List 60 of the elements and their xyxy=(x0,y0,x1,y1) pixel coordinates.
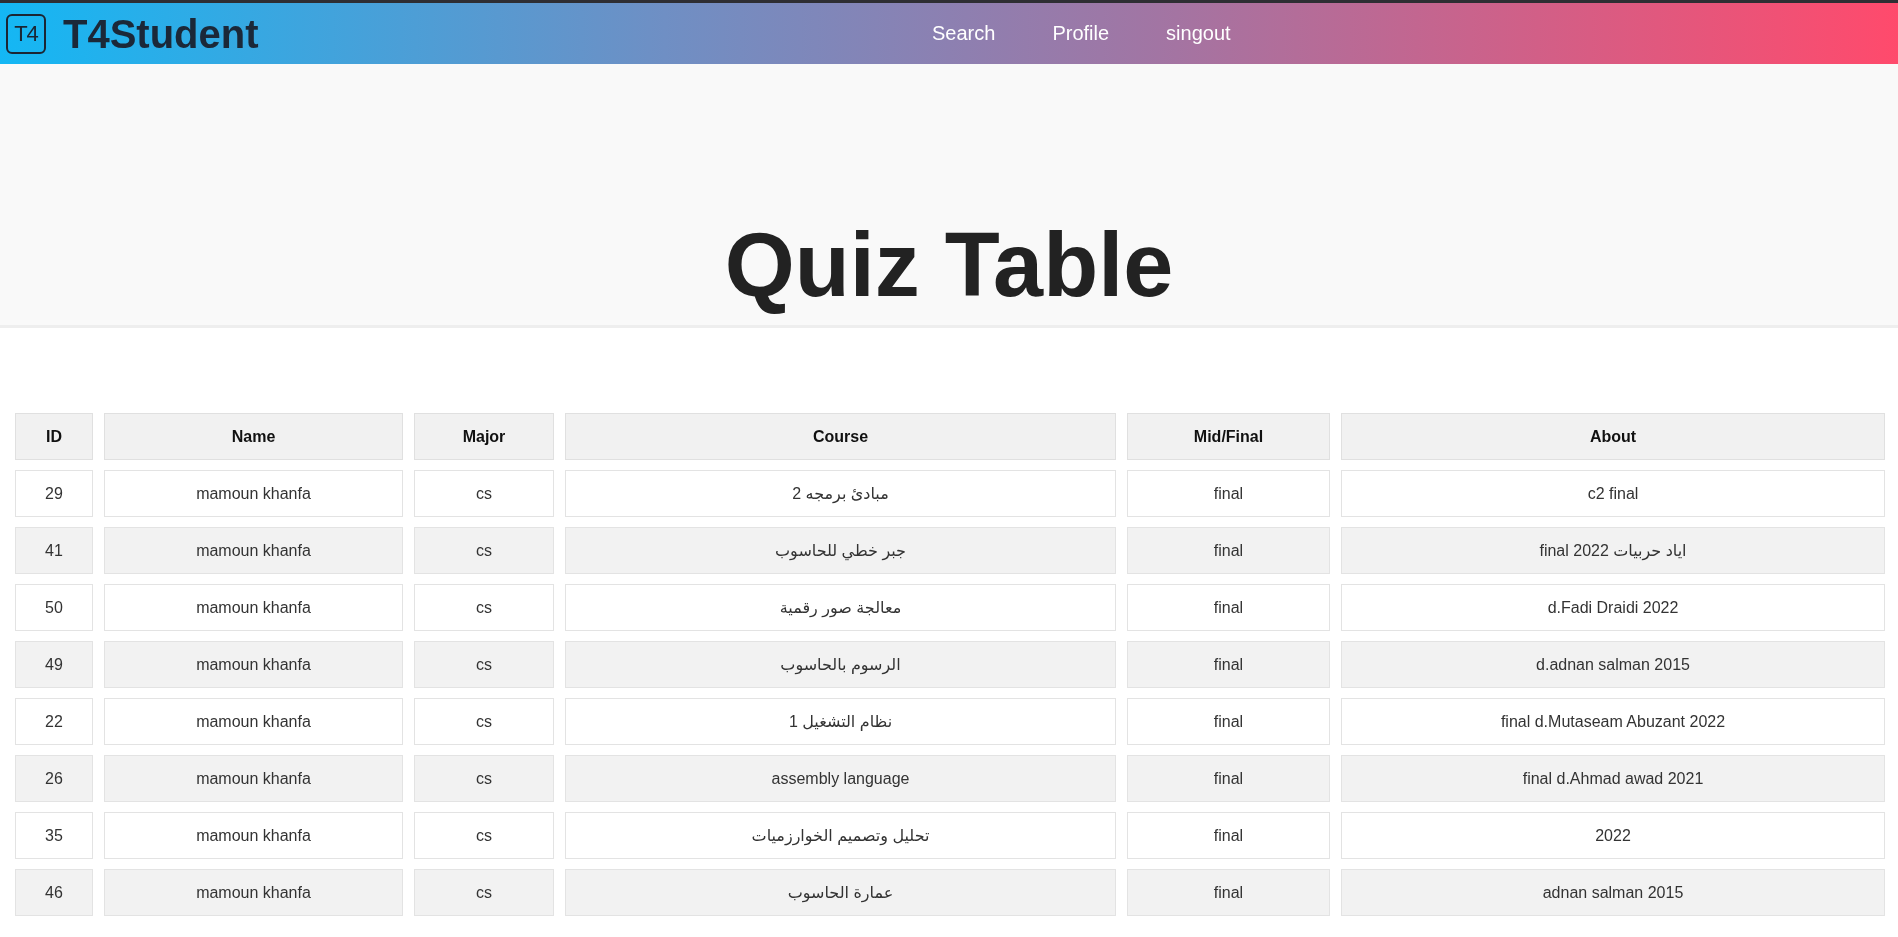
table-cell: 2022 xyxy=(1341,812,1885,859)
table-cell: 50 xyxy=(15,584,93,631)
table-cell: cs xyxy=(414,584,554,631)
column-header: Course xyxy=(565,413,1116,460)
logo-mark: T4 xyxy=(6,13,46,54)
table-cell: mamoun khanfa xyxy=(104,755,403,802)
table-cell: final 2022 اياد حربيات xyxy=(1341,527,1885,574)
column-header: Major xyxy=(414,413,554,460)
brand-name: T4Student xyxy=(63,13,259,54)
table-cell: mamoun khanfa xyxy=(104,869,403,916)
table-cell: cs xyxy=(414,641,554,688)
nav-link[interactable]: Search xyxy=(932,22,996,45)
table-cell: final xyxy=(1127,641,1330,688)
table-cell: c2 final xyxy=(1341,470,1885,517)
table-cell: 26 xyxy=(15,755,93,802)
column-header: Name xyxy=(104,413,403,460)
page-title: Quiz Table xyxy=(724,216,1174,315)
table-cell: الرسوم بالحاسوب xyxy=(565,641,1116,688)
table-cell: final xyxy=(1127,527,1330,574)
table-cell: تحليل وتصميم الخوارزميات xyxy=(565,812,1116,859)
table-cell: cs xyxy=(414,698,554,745)
table-cell: 41 xyxy=(15,527,93,574)
table-cell: final xyxy=(1127,470,1330,517)
table-cell: final xyxy=(1127,812,1330,859)
table-cell: معالجة صور رقمية xyxy=(565,584,1116,631)
column-header: About xyxy=(1341,413,1885,460)
nav-link[interactable]: singout xyxy=(1166,22,1231,45)
table-cell: cs xyxy=(414,755,554,802)
column-header: Mid/Final xyxy=(1127,413,1330,460)
table-cell: جبر خطي للحاسوب xyxy=(565,527,1116,574)
table-cell: 29 xyxy=(15,470,93,517)
table-cell: final xyxy=(1127,755,1330,802)
table-cell: mamoun khanfa xyxy=(104,641,403,688)
table-cell: 46 xyxy=(15,869,93,916)
table-cell: mamoun khanfa xyxy=(104,698,403,745)
table-cell: final d.Ahmad awad 2021 xyxy=(1341,755,1885,802)
table-cell: نظام التشغيل 1 xyxy=(565,698,1116,745)
table-cell: 22 xyxy=(15,698,93,745)
table-cell: عمارة الحاسوب xyxy=(565,869,1116,916)
table-cell: final xyxy=(1127,698,1330,745)
table-cell: final xyxy=(1127,869,1330,916)
table-cell: final d.Mutaseam Abuzant 2022 xyxy=(1341,698,1885,745)
table-cell: adnan salman 2015 xyxy=(1341,869,1885,916)
table-cell: mamoun khanfa xyxy=(104,584,403,631)
table-cell: d.adnan salman 2015 xyxy=(1341,641,1885,688)
table-cell: mamoun khanfa xyxy=(104,470,403,517)
table-cell: 35 xyxy=(15,812,93,859)
table-cell: assembly language xyxy=(565,755,1116,802)
table-cell: cs xyxy=(414,527,554,574)
table-cell: 49 xyxy=(15,641,93,688)
nav-link[interactable]: Profile xyxy=(1052,22,1110,45)
table-cell: mamoun khanfa xyxy=(104,527,403,574)
column-header: ID xyxy=(15,413,93,460)
table-cell: مبادئ برمجه 2 xyxy=(565,470,1116,517)
table-cell: cs xyxy=(414,869,554,916)
table-cell: d.Fadi Draidi 2022 xyxy=(1341,584,1885,631)
table-cell: mamoun khanfa xyxy=(104,812,403,859)
table-cell: final xyxy=(1127,584,1330,631)
table-cell: cs xyxy=(414,470,554,517)
table-cell: cs xyxy=(414,812,554,859)
